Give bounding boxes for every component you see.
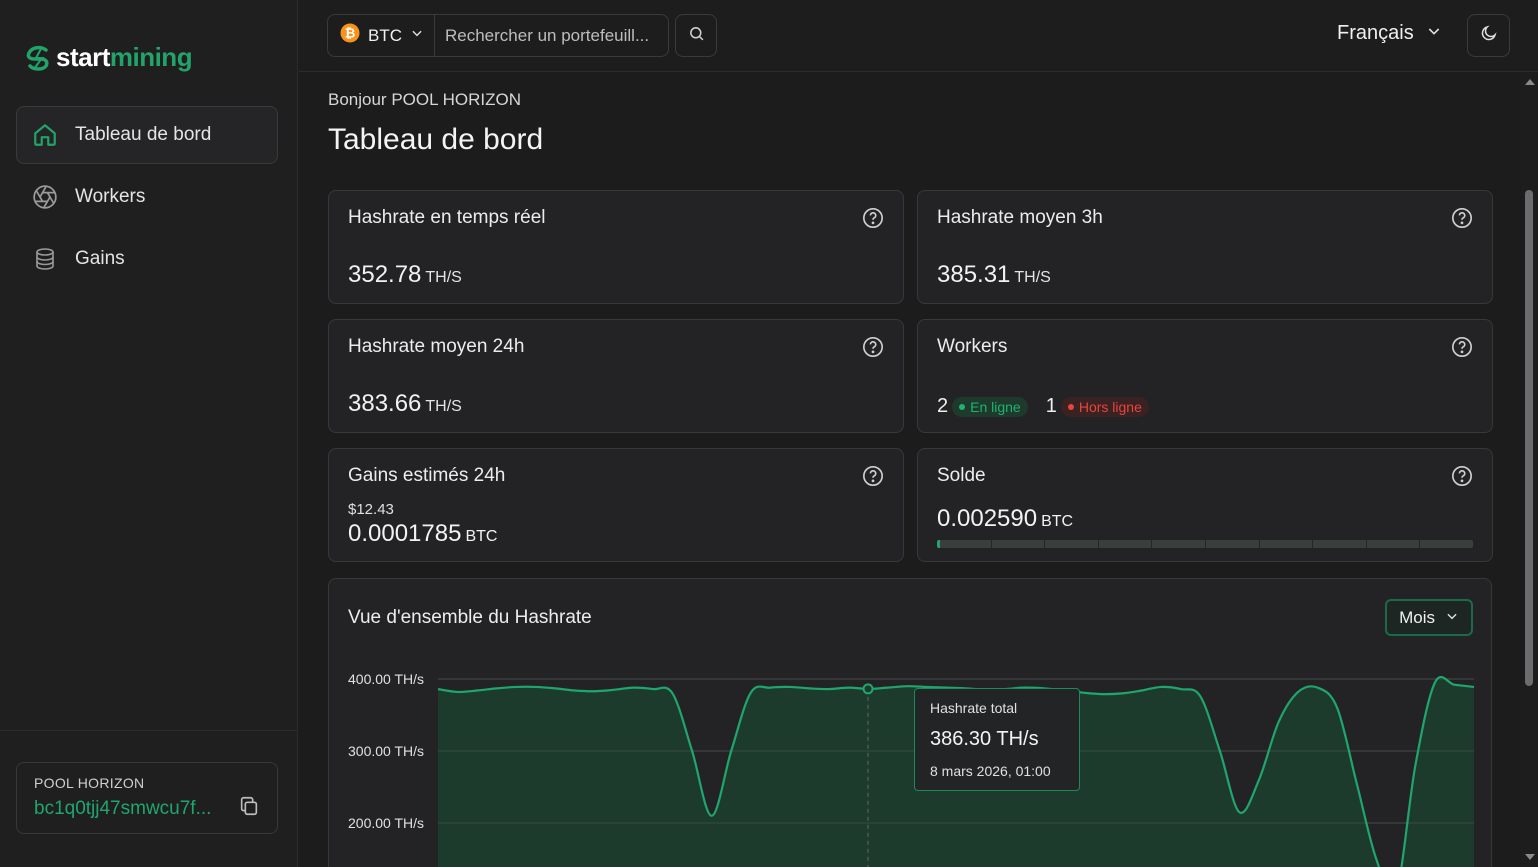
home-icon <box>31 121 59 149</box>
sidebar-item-label: Gains <box>75 248 125 269</box>
search-button[interactable] <box>675 14 717 57</box>
wallet-search-input[interactable] <box>435 25 676 46</box>
sidebar: startmining Tableau de bord Workers Gain… <box>0 0 298 867</box>
moon-icon <box>1480 24 1498 47</box>
page-title: Tableau de bord <box>328 123 544 156</box>
scrollbar[interactable] <box>1521 73 1538 867</box>
main-content: Bonjour POOL HORIZON Tableau de bord Has… <box>299 73 1520 867</box>
balance-progress-bar <box>937 540 1473 548</box>
help-icon[interactable] <box>862 336 884 358</box>
progress-tick <box>990 540 992 548</box>
copy-icon[interactable] <box>238 795 260 822</box>
online-count: 2 <box>937 395 949 417</box>
logo-icon <box>26 45 49 71</box>
language-label: Français <box>1337 22 1414 44</box>
chevron-down-icon <box>410 26 424 45</box>
progress-tick <box>1151 540 1153 548</box>
card-value: 352.78 TH/S <box>348 261 462 288</box>
help-icon[interactable] <box>1451 465 1473 487</box>
pool-address: bc1q0tjj47smwcu7f... <box>34 797 212 819</box>
offline-count: 1 <box>1045 395 1057 417</box>
chevron-down-icon <box>1426 22 1442 45</box>
sidebar-item-gains[interactable]: Gains <box>16 230 278 288</box>
wallet-search-group: ₿ BTC <box>327 14 676 57</box>
tooltip-date: 8 mars 2026, 01:00 <box>930 763 1051 779</box>
offline-badge: Hors ligne <box>1060 396 1149 417</box>
greeting: Bonjour POOL HORIZON <box>328 90 522 109</box>
card-title: Solde <box>937 465 986 486</box>
aperture-icon <box>31 183 59 211</box>
coin-label: BTC <box>368 25 402 45</box>
progress-tick <box>1365 540 1367 548</box>
balance-progress-fill <box>937 540 940 548</box>
y-tick-label: 300.00 TH/s <box>348 743 424 759</box>
progress-tick <box>1419 540 1421 548</box>
gains-usd: $12.43 <box>348 501 394 518</box>
card-title: Hashrate moyen 24h <box>348 336 525 357</box>
tooltip-value: 386.30 TH/s <box>930 728 1039 750</box>
language-selector[interactable]: Français <box>1337 22 1442 45</box>
progress-tick <box>1258 540 1260 548</box>
scroll-up-arrow[interactable] <box>1525 79 1535 85</box>
gains-btc: 0.0001785 BTC <box>348 520 498 547</box>
hashrate-chart[interactable]: 400.00 TH/s 300.00 TH/s 200.00 TH/s <box>329 579 1493 867</box>
progress-tick <box>1097 540 1099 548</box>
logo-text: startmining <box>56 42 193 72</box>
chart-tooltip: Hashrate total 386.30 TH/s 8 mars 2026, … <box>914 688 1080 791</box>
scroll-down-arrow[interactable] <box>1525 854 1535 860</box>
topbar: ₿ BTC Français <box>299 0 1538 72</box>
progress-tick <box>1044 540 1046 548</box>
card-estimated-gains: Gains estimés 24h $12.43 0.0001785 BTC <box>328 448 904 562</box>
card-value: 383.66 TH/S <box>348 390 462 417</box>
hashrate-chart-card: Vue d'ensemble du Hashrate Mois 400.00 T… <box>328 578 1492 867</box>
card-title: Workers <box>937 336 1008 357</box>
online-badge: En ligne <box>952 396 1028 417</box>
card-title: Hashrate en temps réel <box>348 207 546 228</box>
y-tick-label: 200.00 TH/s <box>348 815 424 831</box>
database-icon <box>31 245 59 273</box>
card-avg-3h-hashrate: Hashrate moyen 3h 385.31 TH/S <box>917 190 1493 304</box>
y-tick-label: 400.00 TH/s <box>348 671 424 687</box>
sidebar-item-label: Tableau de bord <box>75 124 212 145</box>
hover-point <box>862 683 874 695</box>
card-workers: Workers 2 En ligne 1 Hors ligne <box>917 319 1493 433</box>
card-value: 385.31 TH/S <box>937 261 1051 288</box>
svg-text:₿: ₿ <box>345 26 356 41</box>
search-icon <box>688 25 705 47</box>
help-icon[interactable] <box>1451 336 1473 358</box>
card-avg-24h-hashrate: Hashrate moyen 24h 383.66 TH/S <box>328 319 904 433</box>
workers-status: 2 En ligne 1 Hors ligne <box>937 395 1149 418</box>
bitcoin-icon: ₿ <box>340 23 360 48</box>
card-balance: Solde 0.002590 BTC <box>917 448 1493 562</box>
pool-name: POOL HORIZON <box>34 775 145 791</box>
startmining-logo[interactable]: startmining <box>24 42 193 73</box>
card-realtime-hashrate: Hashrate en temps réel 352.78 TH/S <box>328 190 904 304</box>
help-icon[interactable] <box>862 207 884 229</box>
card-title: Hashrate moyen 3h <box>937 207 1103 228</box>
sidebar-item-dashboard[interactable]: Tableau de bord <box>16 106 278 164</box>
balance-value: 0.002590 BTC <box>937 505 1074 532</box>
card-title: Gains estimés 24h <box>348 465 506 486</box>
theme-toggle-button[interactable] <box>1467 14 1510 57</box>
help-icon[interactable] <box>862 465 884 487</box>
progress-tick <box>1205 540 1206 548</box>
sidebar-item-label: Workers <box>75 186 146 207</box>
sidebar-footer: POOL HORIZON bc1q0tjj47smwcu7f... <box>0 730 298 867</box>
sidebar-nav: Tableau de bord Workers Gains <box>16 106 278 292</box>
tooltip-label: Hashrate total <box>930 700 1018 716</box>
coin-selector[interactable]: ₿ BTC <box>328 15 435 56</box>
sidebar-item-workers[interactable]: Workers <box>16 168 278 226</box>
progress-tick <box>1312 540 1314 548</box>
help-icon[interactable] <box>1451 207 1473 229</box>
pool-card: POOL HORIZON bc1q0tjj47smwcu7f... <box>16 762 278 834</box>
scroll-thumb[interactable] <box>1525 190 1533 686</box>
